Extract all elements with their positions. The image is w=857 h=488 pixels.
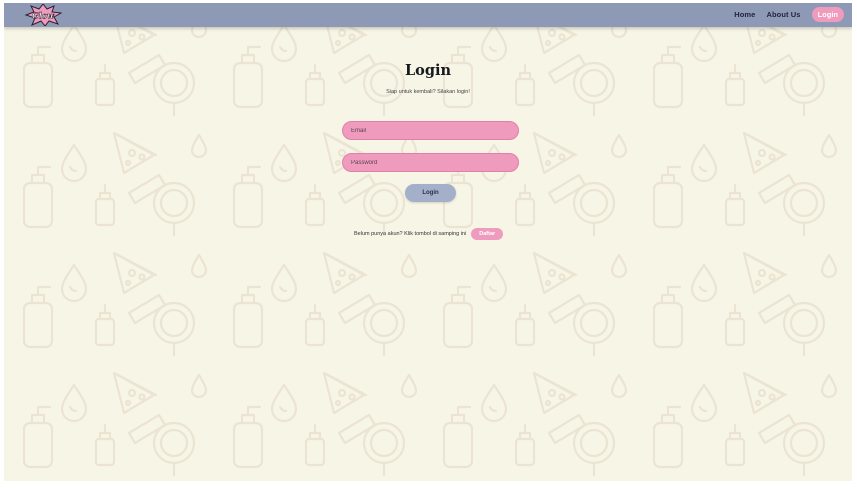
password-field[interactable] [342,153,519,172]
register-button[interactable]: Daftar [471,227,504,240]
page-subtitle: Siap untuk kembali? Silakan login! [386,89,470,95]
register-row: Belum punya akun? Klik tombol di samping… [354,227,504,240]
page-frame: Glow Home About Us Login Login Siap untu… [4,3,852,481]
email-field[interactable] [342,121,519,140]
page-title: Login [404,62,452,79]
register-prompt: Belum punya akun? Klik tombol di samping… [354,230,467,237]
login-button[interactable]: Login [405,184,456,202]
login-form: Login Siap untuk kembali? Silakan login!… [4,3,852,481]
